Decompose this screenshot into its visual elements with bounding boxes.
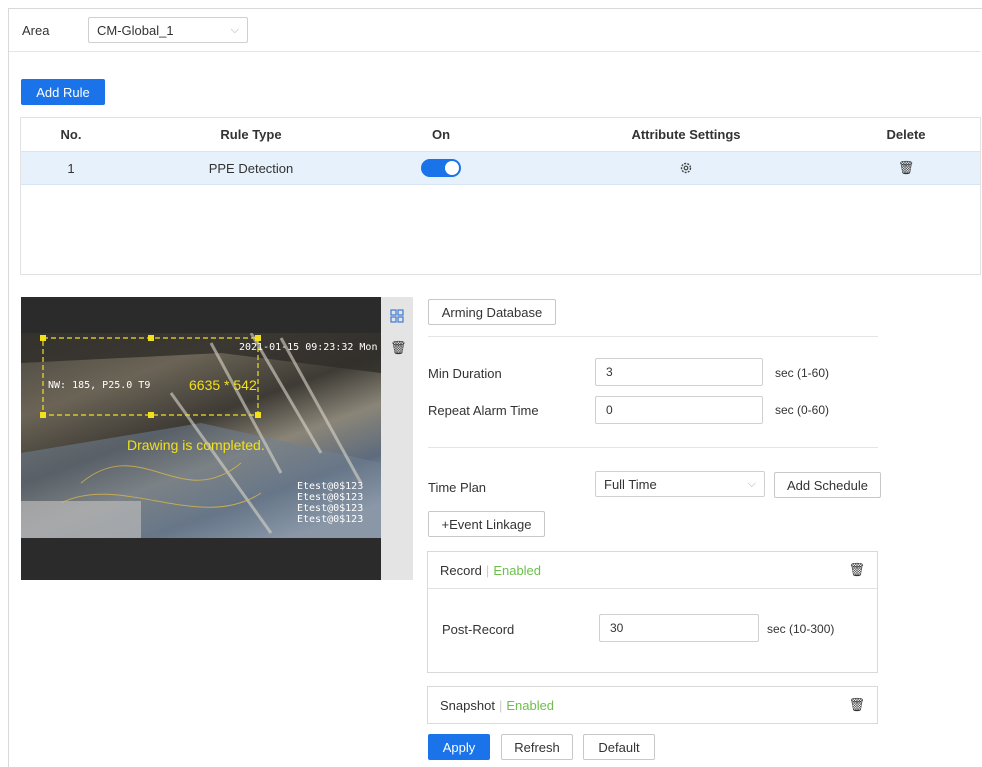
arming-database-button[interactable]: Arming Database	[428, 299, 556, 325]
time-plan-label: Time Plan	[428, 480, 487, 495]
video-preview[interactable]: 2021-01-15 09:23:32 Mon NW: 185, P25.0 T…	[21, 297, 381, 580]
record-status: Enabled	[493, 562, 542, 578]
post-record-label: Post-Record	[442, 622, 515, 637]
apply-button[interactable]: Apply	[428, 734, 490, 760]
repeat-alarm-unit: sec (0-60)	[775, 403, 830, 417]
table-header: No. Rule Type On Attribute Settings Dele…	[21, 118, 980, 151]
record-title: Record	[440, 562, 482, 578]
row-delete-cell: 🗑	[861, 152, 951, 184]
gear-icon[interactable]	[679, 161, 693, 175]
area-row: Area CM-Global_1 ⌵	[22, 17, 248, 43]
row-rule-type: PPE Detection	[208, 160, 294, 176]
repeat-alarm-label: Repeat Alarm Time	[428, 403, 539, 418]
time-plan-select[interactable]: Full Time ⌵	[595, 471, 765, 497]
drawing-status: Drawing is completed.	[127, 437, 265, 453]
area-select-value: CM-Global_1	[97, 22, 174, 38]
snapshot-title: Snapshot	[440, 697, 495, 713]
osd-text-block: Etest@0$123 Etest@0$123 Etest@0$123 Etes…	[297, 481, 363, 525]
col-no: No.	[60, 127, 82, 142]
row-no: 1	[67, 160, 75, 176]
chevron-down-icon: ⌵	[747, 477, 756, 490]
rules-table: No. Rule Type On Attribute Settings Dele…	[20, 117, 981, 275]
trash-icon[interactable]: 🗑	[390, 341, 407, 355]
event-linkage-button[interactable]: +Event Linkage	[428, 511, 545, 537]
repeat-alarm-input[interactable]: 0	[595, 396, 763, 424]
area-select[interactable]: CM-Global_1 ⌵	[88, 17, 248, 43]
trash-icon[interactable]: 🗑	[848, 562, 865, 578]
trash-icon[interactable]: 🗑	[898, 160, 915, 176]
snapshot-title-group: Snapshot | Enabled	[440, 697, 555, 713]
add-schedule-button[interactable]: Add Schedule	[774, 472, 881, 498]
video-tool-column: 🗑	[381, 297, 413, 580]
osd-line: Etest@0$123	[297, 514, 364, 525]
snapshot-panel: Snapshot | Enabled 🗑	[427, 686, 878, 724]
divider	[9, 51, 981, 52]
divider	[428, 447, 878, 448]
row-on-cell	[401, 152, 481, 184]
post-record-input[interactable]: 30	[599, 614, 759, 642]
chevron-down-icon: ⌵	[230, 23, 239, 36]
grid-icon[interactable]	[390, 309, 404, 323]
post-record-unit: sec (10-300)	[767, 622, 835, 636]
time-plan-value: Full Time	[604, 476, 657, 492]
snapshot-status: Enabled	[506, 697, 555, 713]
add-rule-button[interactable]: Add Rule	[21, 79, 105, 105]
osd-line: Etest@0$123	[297, 481, 364, 492]
trash-icon[interactable]: 🗑	[848, 697, 865, 713]
camera-image: 2021-01-15 09:23:32 Mon NW: 185, P25.0 T…	[21, 333, 381, 538]
osd-line: Etest@0$123	[297, 503, 364, 514]
col-on: On	[431, 127, 451, 142]
osd-line: Etest@0$123	[297, 492, 364, 503]
osd-size: 6635 * 542	[189, 377, 257, 393]
area-label: Area	[22, 22, 50, 38]
table-row[interactable]: 1 PPE Detection 🗑	[21, 151, 980, 185]
row-attribute-cell	[586, 152, 786, 184]
col-delete: Delete	[886, 127, 926, 142]
min-duration-input[interactable]: 3	[595, 358, 763, 386]
min-duration-unit: sec (1-60)	[775, 366, 830, 380]
col-rule-type: Rule Type	[220, 127, 282, 142]
divider	[428, 336, 878, 337]
refresh-button[interactable]: Refresh	[501, 734, 573, 760]
rule-enable-toggle[interactable]	[421, 159, 461, 177]
record-panel-header: Record | Enabled 🗑	[428, 552, 877, 589]
osd-timestamp: 2021-01-15 09:23:32 Mon	[239, 342, 378, 353]
osd-coordinates: NW: 185, P25.0 T9	[48, 380, 151, 391]
col-attribute-settings: Attribute Settings	[631, 127, 741, 142]
default-button[interactable]: Default	[583, 734, 655, 760]
record-panel: Record | Enabled 🗑 Post-Record 30 sec (10-…	[427, 551, 878, 673]
min-duration-label: Min Duration	[428, 366, 502, 381]
record-title-group: Record | Enabled	[440, 562, 542, 578]
